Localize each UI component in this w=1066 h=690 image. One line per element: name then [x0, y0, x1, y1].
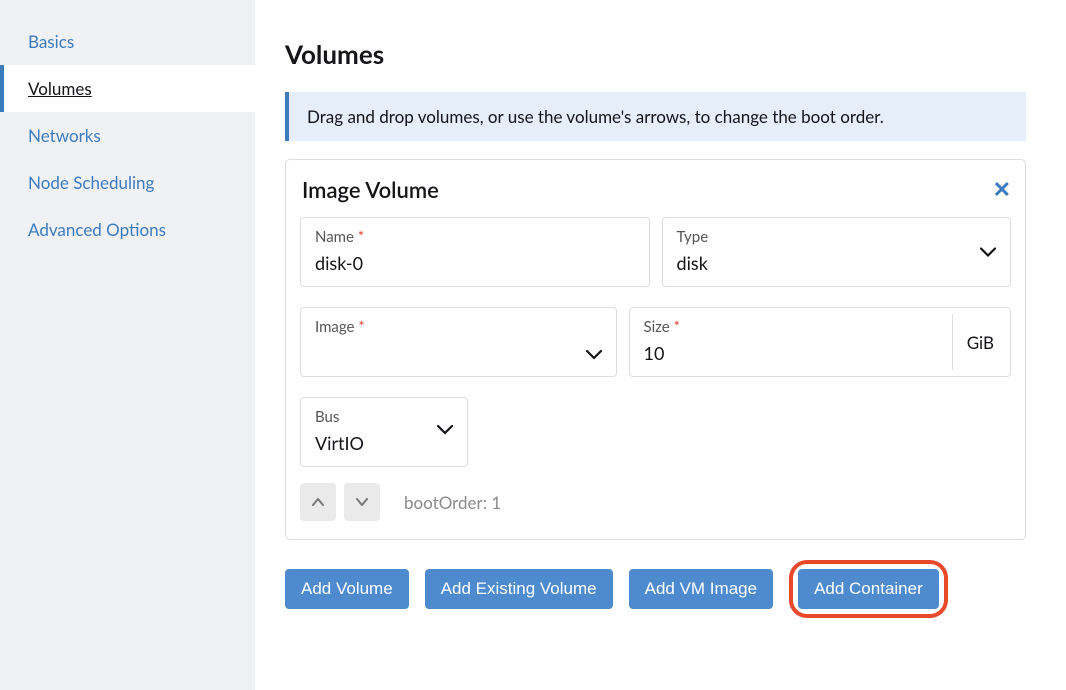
bus-field[interactable]: Bus VirtIO	[300, 397, 468, 467]
sidebar-item-basics[interactable]: Basics	[0, 18, 255, 65]
add-container-button[interactable]: Add Container	[798, 569, 939, 609]
main-content: Volumes Drag and drop volumes, or use th…	[255, 0, 1066, 690]
image-field[interactable]: Image *	[300, 307, 617, 377]
field-label: Name *	[315, 228, 635, 246]
sidebar-item-node-scheduling[interactable]: Node Scheduling	[0, 159, 255, 206]
field-label: Type	[677, 228, 997, 246]
size-field[interactable]: Size * 10 GiB	[629, 307, 1012, 377]
boot-order-up-button[interactable]	[300, 483, 336, 521]
add-existing-volume-button[interactable]: Add Existing Volume	[425, 569, 613, 609]
field-label: Size *	[644, 318, 931, 336]
field-value: disk-0	[315, 252, 635, 274]
field-value: VirtIO	[315, 432, 453, 454]
sidebar-item-advanced-options[interactable]: Advanced Options	[0, 206, 255, 253]
add-vm-image-button[interactable]: Add VM Image	[629, 569, 773, 609]
sidebar-item-label: Networks	[28, 125, 101, 146]
field-value: 10	[644, 342, 931, 364]
boot-order-label: bootOrder: 1	[404, 492, 501, 513]
size-unit: GiB	[952, 314, 994, 370]
page-title: Volumes	[285, 38, 1026, 70]
chevron-down-icon	[586, 345, 602, 364]
sidebar-item-volumes[interactable]: Volumes	[0, 65, 255, 112]
sidebar-item-label: Node Scheduling	[28, 172, 154, 193]
name-field[interactable]: Name * disk-0	[300, 217, 650, 287]
volume-card-title: Image Volume	[300, 176, 1011, 203]
field-value: disk	[677, 252, 997, 274]
boot-order-down-button[interactable]	[344, 483, 380, 521]
highlight-annotation: Add Container	[789, 560, 948, 618]
chevron-down-icon	[437, 420, 453, 439]
volume-card: Image Volume ✕ Name * disk-0 Type disk	[285, 159, 1026, 540]
add-volume-button[interactable]: Add Volume	[285, 569, 409, 609]
sidebar-item-label: Advanced Options	[28, 219, 166, 240]
sidebar: Basics Volumes Networks Node Scheduling …	[0, 0, 255, 690]
type-field[interactable]: Type disk	[662, 217, 1012, 287]
sidebar-item-networks[interactable]: Networks	[0, 112, 255, 159]
sidebar-item-label: Volumes	[28, 78, 92, 99]
chevron-down-icon	[980, 243, 996, 262]
field-label: Image *	[315, 318, 602, 336]
info-banner: Drag and drop volumes, or use the volume…	[285, 92, 1026, 141]
sidebar-item-label: Basics	[28, 31, 74, 52]
field-value	[315, 342, 602, 364]
field-label: Bus	[315, 408, 453, 426]
close-icon[interactable]: ✕	[993, 178, 1011, 200]
